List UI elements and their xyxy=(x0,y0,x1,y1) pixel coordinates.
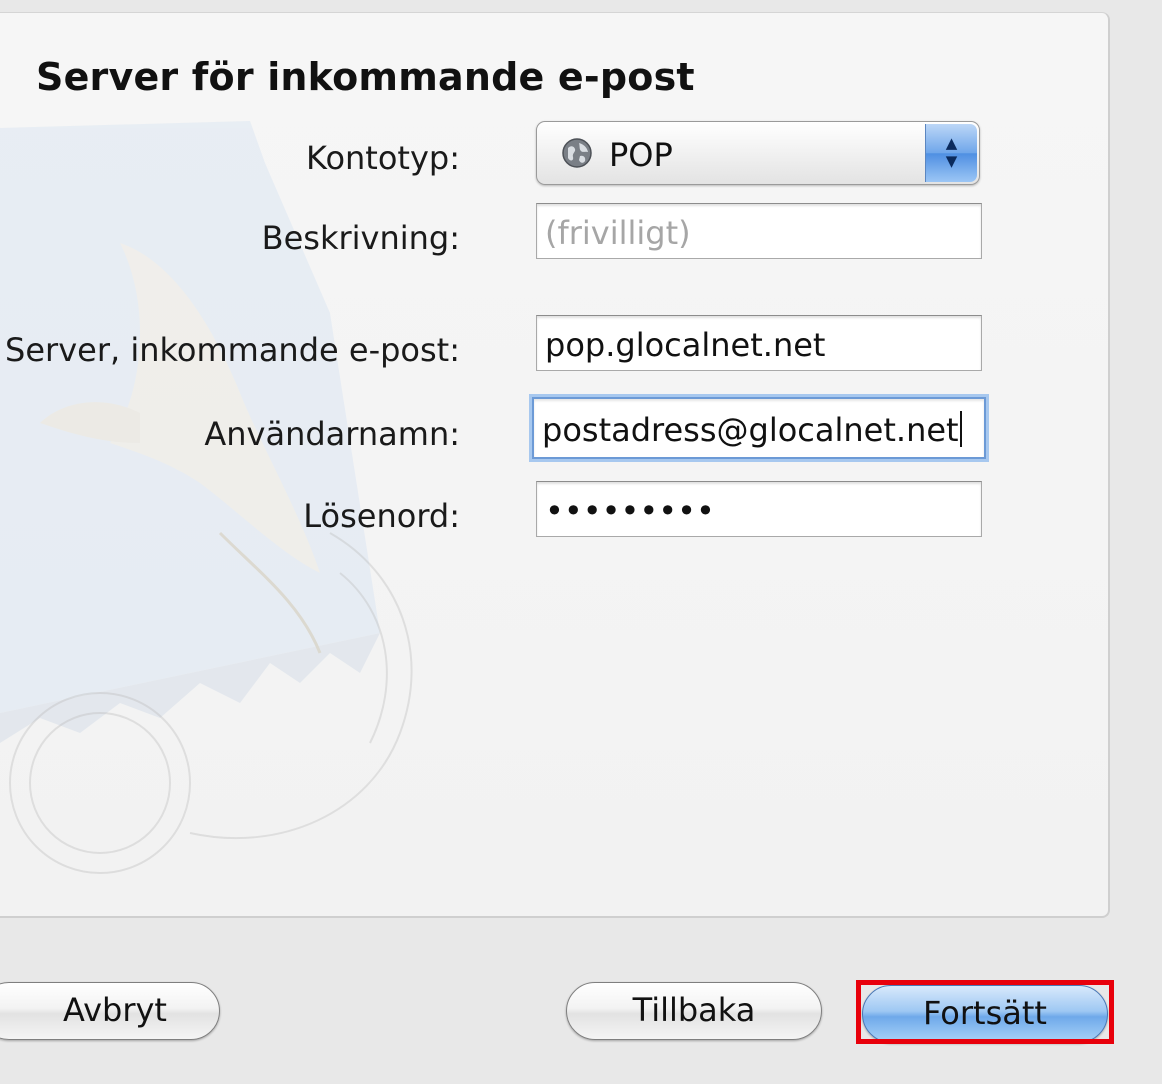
password-label: Lösenord: xyxy=(303,497,460,535)
mail-stamp-illustration xyxy=(0,121,413,874)
globe-icon xyxy=(562,138,592,168)
page-title: Server för inkommande e-post xyxy=(36,55,695,99)
password-field[interactable]: ••••••••• xyxy=(536,481,982,537)
incoming-server-label: Server, inkommande e-post: xyxy=(5,331,460,369)
username-label: Användarnamn: xyxy=(204,415,460,453)
account-setup-panel: Server för inkommande e-post Kontotyp: P… xyxy=(0,12,1110,918)
description-field[interactable]: (frivilligt) xyxy=(536,203,982,259)
username-value: postadress@glocalnet.net xyxy=(542,411,959,449)
cancel-button[interactable]: Avbryt xyxy=(0,982,220,1040)
popup-arrows-icon: ▲ ▼ xyxy=(925,124,977,182)
account-type-value: POP xyxy=(609,136,673,174)
incoming-server-field[interactable]: pop.glocalnet.net xyxy=(536,315,982,371)
back-button[interactable]: Tillbaka xyxy=(566,982,822,1040)
account-type-label: Kontotyp: xyxy=(306,139,460,177)
username-field[interactable]: postadress@glocalnet.net xyxy=(532,397,986,459)
account-type-popup[interactable]: POP ▲ ▼ xyxy=(536,121,980,185)
description-label: Beskrivning: xyxy=(261,219,460,257)
text-caret xyxy=(959,411,962,447)
highlight-box xyxy=(856,980,1114,1044)
